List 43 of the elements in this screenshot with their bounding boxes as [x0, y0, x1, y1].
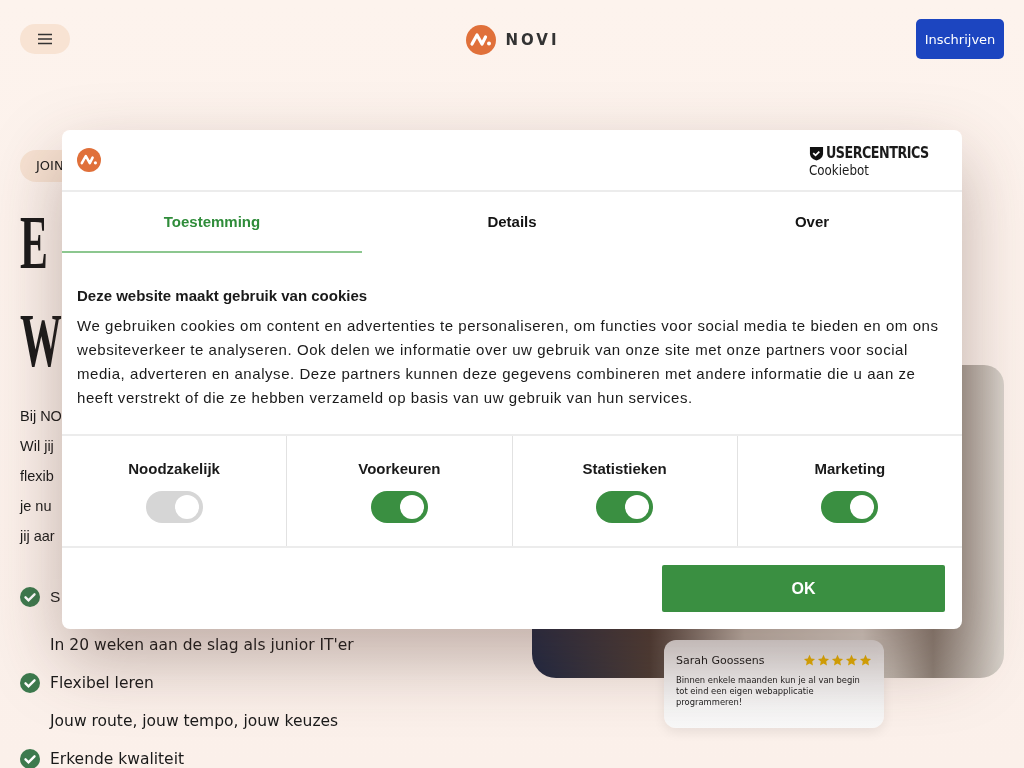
signup-button[interactable]: Inschrijven	[916, 19, 1004, 59]
ok-button[interactable]: OK	[662, 565, 945, 612]
dialog-title: Deze website maakt gebruik van cookies	[77, 287, 369, 304]
category-label: Marketing	[814, 459, 886, 477]
star-icon	[859, 654, 872, 667]
logo-text: NOVI	[505, 31, 560, 49]
star-icon	[845, 654, 858, 667]
benefit-title: S	[50, 588, 61, 606]
benefit-subtitle: Jouw route, jouw tempo, jouw keuzes	[48, 711, 340, 732]
logo-icon	[466, 25, 497, 55]
reviewer-name: Sarah Goossens	[676, 654, 765, 667]
logo-icon	[77, 148, 101, 172]
toggle-switch[interactable]	[596, 490, 654, 523]
toggle-switch[interactable]	[370, 490, 428, 523]
intro-text: Bij NO	[20, 407, 62, 426]
dialog-text: We gebruiken cookies om content en advertenties te personaliseren, om functies voor social media te bieden en om ons websiteverkeer te analyseren. Ook delen we informatie over uw gebruik van onze site met onze partners voor social media, adverteren en analyse. Deze partners kunnen deze gegevens combineren met andere informatie die u aan ze heeft verstrekt of die ze hebben verzameld op basis van uw gebruik van hun services.	[77, 316, 940, 408]
toggle-switch[interactable]	[821, 490, 879, 523]
heading-text: W	[20, 297, 62, 384]
heading-text: E	[20, 199, 49, 286]
review-text: Binnen enkele maanden kun je al van begin tot eind een eigen webapplicatie programmeren!	[676, 675, 861, 708]
star-icon	[831, 654, 844, 667]
benefit-title: Erkende kwaliteit	[50, 750, 184, 768]
intro-text: flexib	[20, 467, 55, 486]
check-icon	[20, 673, 40, 693]
brand-name: USERCENTRICS	[826, 144, 929, 162]
benefit-title: Flexibel leren	[50, 674, 154, 692]
intro-text: je nu	[20, 497, 53, 516]
star-icon	[817, 654, 830, 667]
brand-subtitle: Cookiebot	[809, 162, 871, 178]
category-label: Noodzakelijk	[128, 459, 220, 477]
intro-text: Wil jij	[20, 437, 55, 456]
tab[interactable]: Toestemming	[62, 192, 362, 253]
tab[interactable]: Over	[662, 192, 962, 253]
shield-icon	[809, 145, 825, 161]
menu-button[interactable]	[20, 24, 70, 54]
category-label: Statistieken	[582, 459, 667, 477]
intro-text: jij aar	[20, 527, 56, 546]
benefit-subtitle: In 20 weken aan de slag als junior IT'er	[49, 635, 354, 656]
check-icon	[20, 749, 40, 768]
check-icon	[20, 587, 40, 607]
menu-icon	[37, 33, 53, 45]
star-icon	[803, 654, 816, 667]
category-label: Voorkeuren	[358, 459, 441, 477]
